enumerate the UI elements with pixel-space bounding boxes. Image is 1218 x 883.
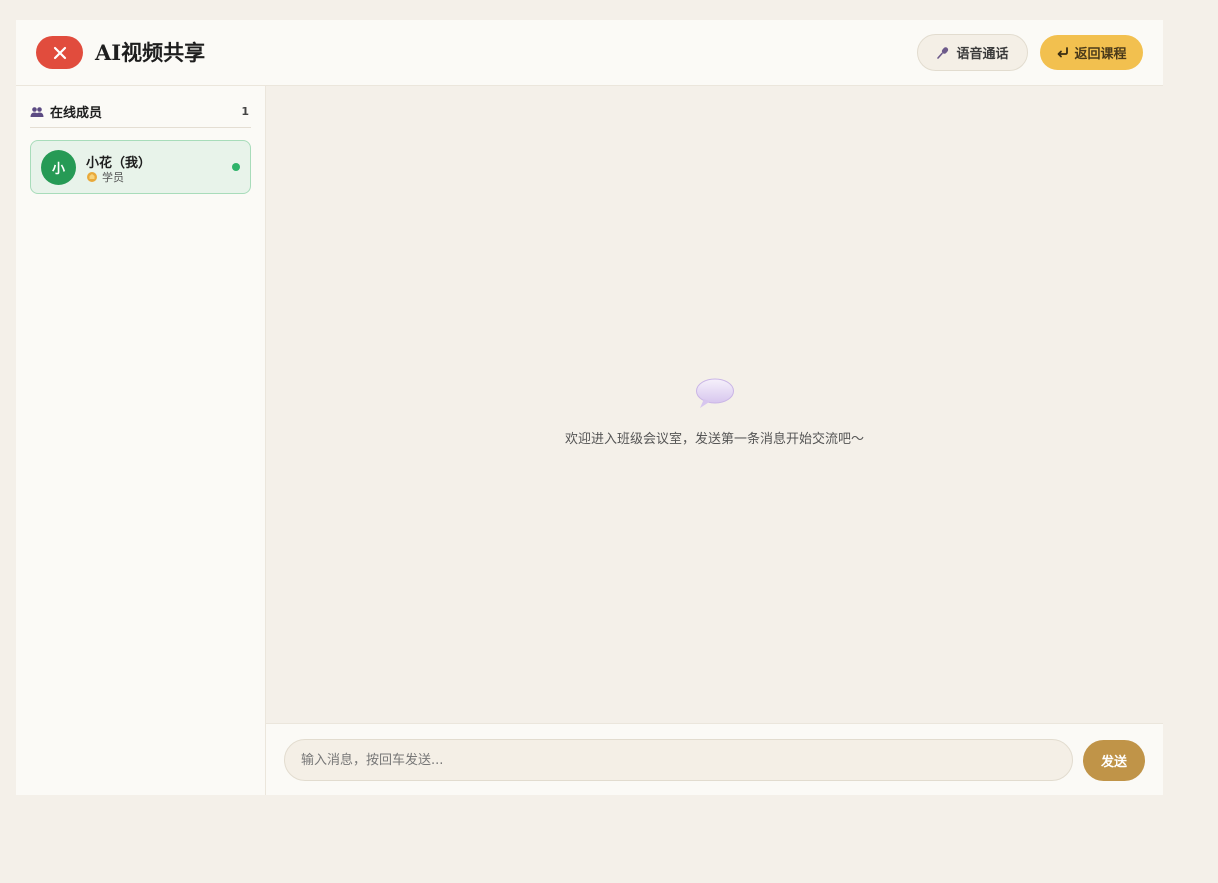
voice-call-button[interactable]: 语音通话 [917, 34, 1028, 71]
voice-call-label: 语音通话 [956, 46, 1009, 61]
people-icon [30, 106, 44, 117]
back-to-course-button[interactable]: 返回课程 [1040, 35, 1143, 70]
member-item[interactable]: 小 小花（我） 学员 [30, 140, 251, 194]
back-to-course-label: 返回课程 [1074, 46, 1127, 61]
send-button[interactable]: 发送 [1083, 740, 1145, 781]
members-header: 在线成员 1 [30, 96, 251, 128]
member-role: 学员 [86, 169, 124, 185]
message-composer: 发送 [266, 723, 1163, 795]
return-arrow-icon [1058, 47, 1069, 58]
members-count: 1 [241, 105, 249, 118]
chat-area: 欢迎进入班级会议室，发送第一条消息开始交流吧～ [266, 86, 1163, 723]
close-button[interactable] [36, 36, 83, 69]
empty-chat-message: 欢迎进入班级会议室，发送第一条消息开始交流吧～ [564, 432, 864, 447]
badge-icon [87, 172, 97, 182]
member-role-label: 学员 [102, 171, 124, 184]
speech-bubble-icon [696, 378, 734, 408]
page-title: AI视频共享 [95, 40, 206, 65]
meeting-room-window: AI视频共享 语音通话 返回课程 在线成员 1 小 小花（我） 学员 欢迎进入班… [16, 20, 1163, 795]
online-status-dot [232, 163, 240, 171]
members-sidebar: 在线成员 1 小 小花（我） 学员 [16, 86, 266, 795]
microphone-icon [937, 46, 949, 59]
avatar: 小 [41, 150, 76, 185]
header: AI视频共享 语音通话 返回课程 [16, 20, 1163, 86]
members-heading: 在线成员 [50, 106, 103, 121]
close-icon [53, 46, 66, 59]
message-input[interactable] [284, 739, 1073, 781]
